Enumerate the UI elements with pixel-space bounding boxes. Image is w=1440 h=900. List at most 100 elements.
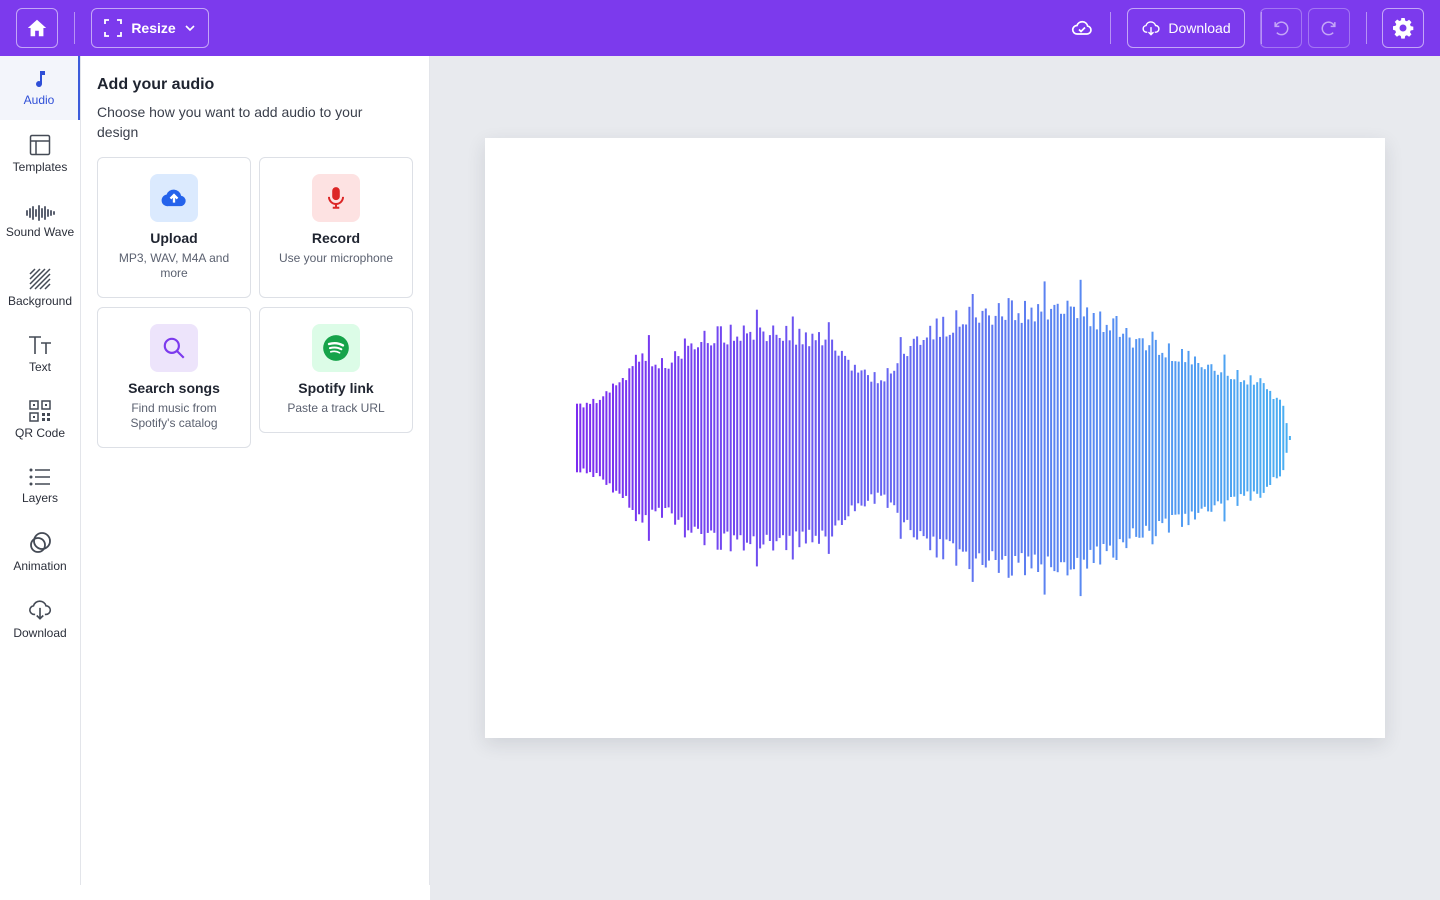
upload-card[interactable]: Upload MP3, WAV, M4A and more (97, 157, 251, 298)
wave-bar (1125, 328, 1128, 549)
design-canvas[interactable] (485, 138, 1385, 738)
rail-item-animation[interactable]: Animation (0, 520, 80, 584)
sound-waveform[interactable] (485, 138, 1385, 738)
wave-bar (844, 355, 847, 521)
wave-bar (605, 391, 608, 485)
wave-bar (929, 325, 932, 551)
wave-bar (1233, 379, 1236, 497)
rail-item-layers[interactable]: Layers (0, 454, 80, 518)
wave-bar (703, 330, 706, 546)
rail-item-text[interactable]: Text (0, 322, 80, 386)
background-pattern-icon (29, 268, 51, 290)
rail-item-templates[interactable]: Templates (0, 122, 80, 186)
wave-bar (736, 336, 739, 540)
wave-bar (687, 345, 690, 531)
wave-bar (615, 385, 618, 491)
rail-label: Templates (12, 160, 68, 174)
wave-bar (706, 343, 709, 533)
record-card[interactable]: Record Use your microphone (259, 157, 413, 298)
wave-bar (664, 368, 667, 508)
wave-bar (939, 336, 941, 540)
undo-button[interactable] (1260, 8, 1302, 48)
rail-label: Sound Wave (5, 225, 75, 239)
search-songs-card[interactable]: Search songs Find music from Spotify's c… (97, 307, 251, 448)
rail-item-download[interactable]: Download (0, 586, 80, 650)
wave-bar (589, 403, 592, 473)
wave-bar (1014, 320, 1017, 556)
wave-bar (1161, 352, 1164, 524)
wave-bar (1220, 372, 1223, 504)
redo-icon (1321, 21, 1336, 36)
wave-bar (742, 325, 745, 551)
wave-bar (1239, 382, 1242, 495)
wave-bar (1187, 350, 1190, 526)
wave-bar (971, 294, 974, 582)
wave-bar (1223, 354, 1226, 522)
wave-bar (700, 342, 703, 534)
wave-bar (1118, 336, 1121, 540)
wave-bar (1069, 306, 1072, 570)
wave-bar (1275, 397, 1278, 479)
card-title: Record (311, 230, 361, 246)
wave-bar (628, 368, 631, 508)
wave-bar (1230, 379, 1232, 497)
wave-bar (1050, 308, 1053, 568)
rail-label: Text (28, 360, 51, 374)
wave-bar (1066, 300, 1069, 576)
download-button[interactable]: Download (1127, 8, 1245, 48)
cloud-save-icon[interactable] (1070, 16, 1094, 40)
card-desc: Paste a track URL (287, 401, 385, 415)
wave-bar (1079, 279, 1082, 597)
wave-bar (723, 342, 726, 534)
cloud-download-icon (1142, 21, 1160, 36)
wave-bar (749, 331, 752, 545)
wave-bar (765, 341, 768, 535)
spotify-link-card[interactable]: Spotify link Paste a track URL (259, 307, 413, 433)
wave-bar (579, 403, 582, 473)
card-desc: Find music from Spotify's catalog (130, 401, 218, 430)
wave-bar (788, 340, 791, 536)
wave-bar (1105, 324, 1108, 552)
top-bar: Resize Download (0, 0, 1440, 56)
rail-item-audio[interactable]: Audio (0, 56, 80, 120)
wave-bar (634, 354, 637, 522)
wave-bar (870, 381, 873, 495)
wave-bar (1288, 436, 1291, 440)
wave-bar (1164, 357, 1167, 519)
microphone-icon (312, 174, 360, 222)
wave-bar (746, 333, 748, 543)
rail-item-qr-code[interactable]: QR Code (0, 388, 80, 452)
wave-bar (670, 362, 673, 514)
wave-bar (782, 340, 784, 536)
wave-bar (778, 338, 781, 538)
wave-bar (974, 317, 977, 559)
wave-bar (906, 356, 909, 520)
wave-bar (1145, 350, 1147, 526)
wave-bar (1148, 345, 1151, 531)
wave-bar (1027, 319, 1030, 557)
rail-item-sound-wave[interactable]: Sound Wave (0, 190, 80, 254)
rail-label: Audio (23, 93, 55, 107)
settings-button[interactable] (1382, 8, 1424, 48)
card-title: Search songs (128, 380, 220, 396)
wave-bar (1216, 374, 1219, 502)
wave-bar (1020, 322, 1023, 554)
resize-button[interactable]: Resize (91, 8, 209, 48)
wave-bar (1243, 380, 1246, 496)
wave-bar (612, 383, 614, 493)
home-button[interactable] (16, 8, 58, 48)
home-icon (27, 19, 47, 37)
wave-bar (576, 403, 578, 473)
redo-button[interactable] (1308, 8, 1350, 48)
wave-bar (958, 326, 961, 550)
wave-bar (739, 340, 742, 536)
wave-bar (1266, 389, 1268, 487)
wave-bar (935, 318, 938, 558)
wave-bar (1197, 363, 1200, 513)
wave-bar (1200, 367, 1203, 509)
wave-bar (641, 353, 644, 523)
wave-bar (1131, 347, 1134, 529)
rail-item-background[interactable]: Background (0, 256, 80, 320)
wave-bar (791, 316, 794, 560)
sound-wave-icon (26, 205, 55, 221)
